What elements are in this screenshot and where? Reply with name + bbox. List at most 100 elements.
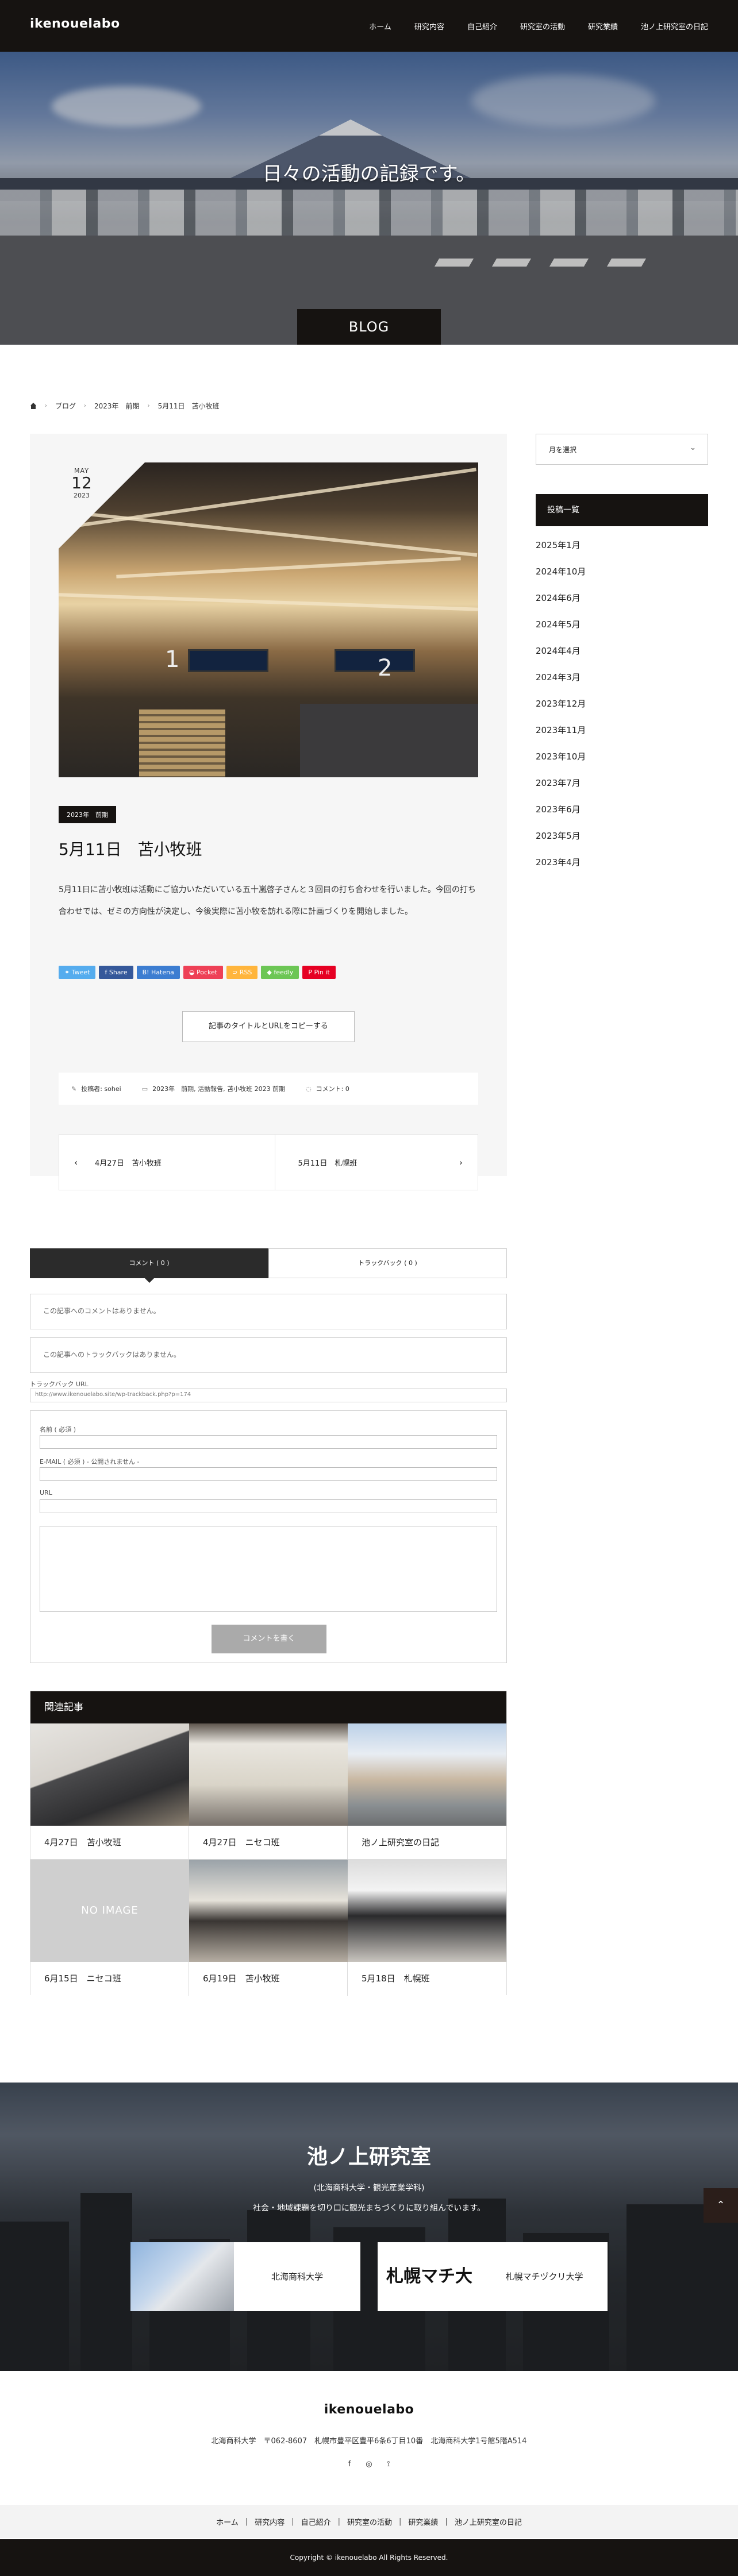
share-feedly-button[interactable]: ◆ feedly [261,966,299,979]
related-card[interactable]: 4月27日 ニセコ班 [189,1723,348,1860]
share-rss-button[interactable]: ⊃ RSS [226,966,258,979]
breadcrumb-blog[interactable]: ブログ [55,401,76,411]
related-thumbnail-placeholder: NO IMAGE [30,1860,189,1962]
url-input[interactable] [40,1499,497,1513]
machizukuri-logo: 札幌マチ大 [378,2242,481,2311]
related-title: 4月27日 苫小牧班 [44,1837,121,1848]
thumb-platform [300,704,478,777]
hero-overlay [0,52,738,345]
related-thumbnail [189,1860,348,1962]
archive-item[interactable]: 2024年3月 [536,671,708,697]
share-pocket-button[interactable]: ◒ Pocket [183,966,224,979]
divider: | [399,2517,402,2526]
nav-research[interactable]: 研究内容 [414,21,444,32]
chevron-right-icon: › [84,403,87,409]
post-pager: ‹ 4月27日 苫小牧班 5月11日 札幌班 › [59,1134,478,1190]
archive-item[interactable]: 2024年5月 [536,618,708,645]
related-card[interactable]: 池ノ上研究室の日記 [348,1723,506,1860]
nav-diary[interactable]: 池ノ上研究室の日記 [641,21,708,32]
footer-nav-achievements[interactable]: 研究業績 [408,2516,438,2527]
nav-home[interactable]: ホーム [369,21,391,32]
email-label: E-MAIL ( 必須 ) - 公開されません - [40,1458,140,1466]
thumb-platform-number: 1 [165,646,180,673]
name-input[interactable] [40,1435,497,1449]
share-facebook-button[interactable]: f Share [99,966,133,979]
machizukuri-link-card[interactable]: 札幌マチ大 札幌マチヅクリ大学 [378,2242,608,2311]
post-categories[interactable]: 2023年 前期, 活動報告, 苫小牧班 2023 前期 [152,1084,285,1093]
nav-profile[interactable]: 自己紹介 [467,21,497,32]
archive-item[interactable]: 2023年10月 [536,750,708,777]
university-link-card[interactable]: 北海商科大学 [130,2242,360,2311]
lab-subtitle: (北海商科大学・観光産業学科) [313,2184,425,2193]
email-input[interactable] [40,1467,497,1481]
archive-item[interactable]: 2023年4月 [536,856,708,882]
university-photo [130,2242,234,2311]
divider: | [291,2517,294,2526]
share-pinterest-button[interactable]: P Pin it [302,966,336,979]
next-post-link[interactable]: 5月11日 札幌班 › [274,1135,478,1190]
share-buttons: ✦ Tweet f Share B! Hatena ◒ Pocket ⊃ RSS… [59,966,336,979]
footer-banner: 池ノ上研究室 (北海商科大学・観光産業学科) 社会・地域課題を切り口に観光まちづ… [0,2083,738,2371]
tab-trackbacks[interactable]: トラックバック ( 0 ) [268,1248,507,1278]
home-icon[interactable] [30,402,37,410]
post-body: 5月11日に苫小牧班は活動にご協力いただいている五十嵐啓子さんと３回目の打ち合わ… [59,885,476,916]
copy-title-url-button[interactable]: 記事のタイトルとURLをコピーする [182,1011,355,1042]
archive-item[interactable]: 2025年1月 [536,539,708,565]
divider: | [445,2517,448,2526]
related-card[interactable]: 4月27日 苫小牧班 [30,1723,189,1860]
global-nav: ホーム 研究内容 自己紹介 研究室の活動 研究業績 池ノ上研究室の日記 [369,21,708,32]
related-card[interactable]: NO IMAGE 6月15日 ニセコ班 [30,1860,189,1996]
post-author[interactable]: 投稿者: sohei [81,1084,121,1093]
facebook-icon[interactable]: f [348,2460,351,2469]
tab-comments[interactable]: コメント ( 0 ) [30,1248,268,1283]
pencil-icon: ✎ [71,1085,77,1093]
archive-item[interactable]: 2024年6月 [536,592,708,618]
share-twitter-button[interactable]: ✦ Tweet [59,966,96,979]
breadcrumb-category[interactable]: 2023年 前期 [94,401,140,411]
nav-achievements[interactable]: 研究業績 [588,21,618,32]
machizukuri-link-label: 札幌マチヅクリ大学 [505,2272,583,2282]
archive-select-value: 月を選択 [549,446,577,454]
thumb-platform-number: 2 [378,655,393,681]
submit-comment-button[interactable]: コメントを書く [212,1625,326,1653]
page-title-badge: BLOG [297,309,441,345]
archive-item[interactable]: 2024年10月 [536,565,708,592]
nav-activities[interactable]: 研究室の活動 [520,21,565,32]
footer-nav-diary[interactable]: 池ノ上研究室の日記 [455,2516,522,2527]
footer-nav-home[interactable]: ホーム [216,2516,239,2527]
prev-post-link[interactable]: ‹ 4月27日 苫小牧班 [59,1135,275,1190]
thumb-departure-board [188,649,268,672]
footer-nav-activities[interactable]: 研究室の活動 [347,2516,392,2527]
archive-item[interactable]: 2023年5月 [536,830,708,856]
category-tag[interactable]: 2023年 前期 [59,806,116,823]
back-to-top-button[interactable]: ⌃ [704,2188,738,2223]
post-date-year: 2023 [74,492,90,499]
archive-item[interactable]: 2023年6月 [536,803,708,830]
site-logo[interactable]: ikenouelabo [30,17,120,31]
instagram-icon[interactable]: ◎ [366,2460,372,2469]
thumb-departure-board [335,649,415,672]
related-card[interactable]: 5月18日 札幌班 [348,1860,506,1996]
archive-item[interactable]: 2023年7月 [536,777,708,803]
archive-item[interactable]: 2023年11月 [536,724,708,750]
related-heading: 関連記事 [30,1691,506,1723]
archive-month-select[interactable]: 月を選択 ⌄ [536,434,708,465]
trackback-url-field[interactable]: http://www.ikenouelabo.site/wp-trackback… [30,1389,507,1402]
no-trackbacks-notice: この記事へのトラックバックはありません。 [30,1337,507,1373]
breadcrumb-current: 5月11日 苫小牧班 [157,402,220,410]
related-card[interactable]: 6月19日 苫小牧班 [189,1860,348,1996]
rss-icon[interactable]: ⟟ [387,2460,390,2469]
footer-nav-profile[interactable]: 自己紹介 [301,2516,331,2527]
name-label: 名前 ( 必須 ) [40,1426,76,1433]
chevron-right-icon: › [45,403,47,409]
comment-textarea[interactable] [40,1526,497,1612]
share-hatena-button[interactable]: B! Hatena [136,966,180,979]
related-posts: 関連記事 4月27日 苫小牧班 4月27日 ニセコ班 池ノ上研究室の日記 NO … [30,1691,507,1996]
comment-icon: ◌ [306,1085,312,1093]
hero-tagline: 日々の活動の記録です。 [262,163,476,186]
archive-item[interactable]: 2023年12月 [536,697,708,724]
archive-item[interactable]: 2024年4月 [536,645,708,671]
comment-tabs: コメント ( 0 ) トラックバック ( 0 ) [30,1248,507,1283]
footer-nav: ホーム | 研究内容 | 自己紹介 | 研究室の活動 | 研究業績 | 池ノ上研究室の日記 [0,2505,738,2538]
footer-nav-research[interactable]: 研究内容 [255,2516,285,2527]
